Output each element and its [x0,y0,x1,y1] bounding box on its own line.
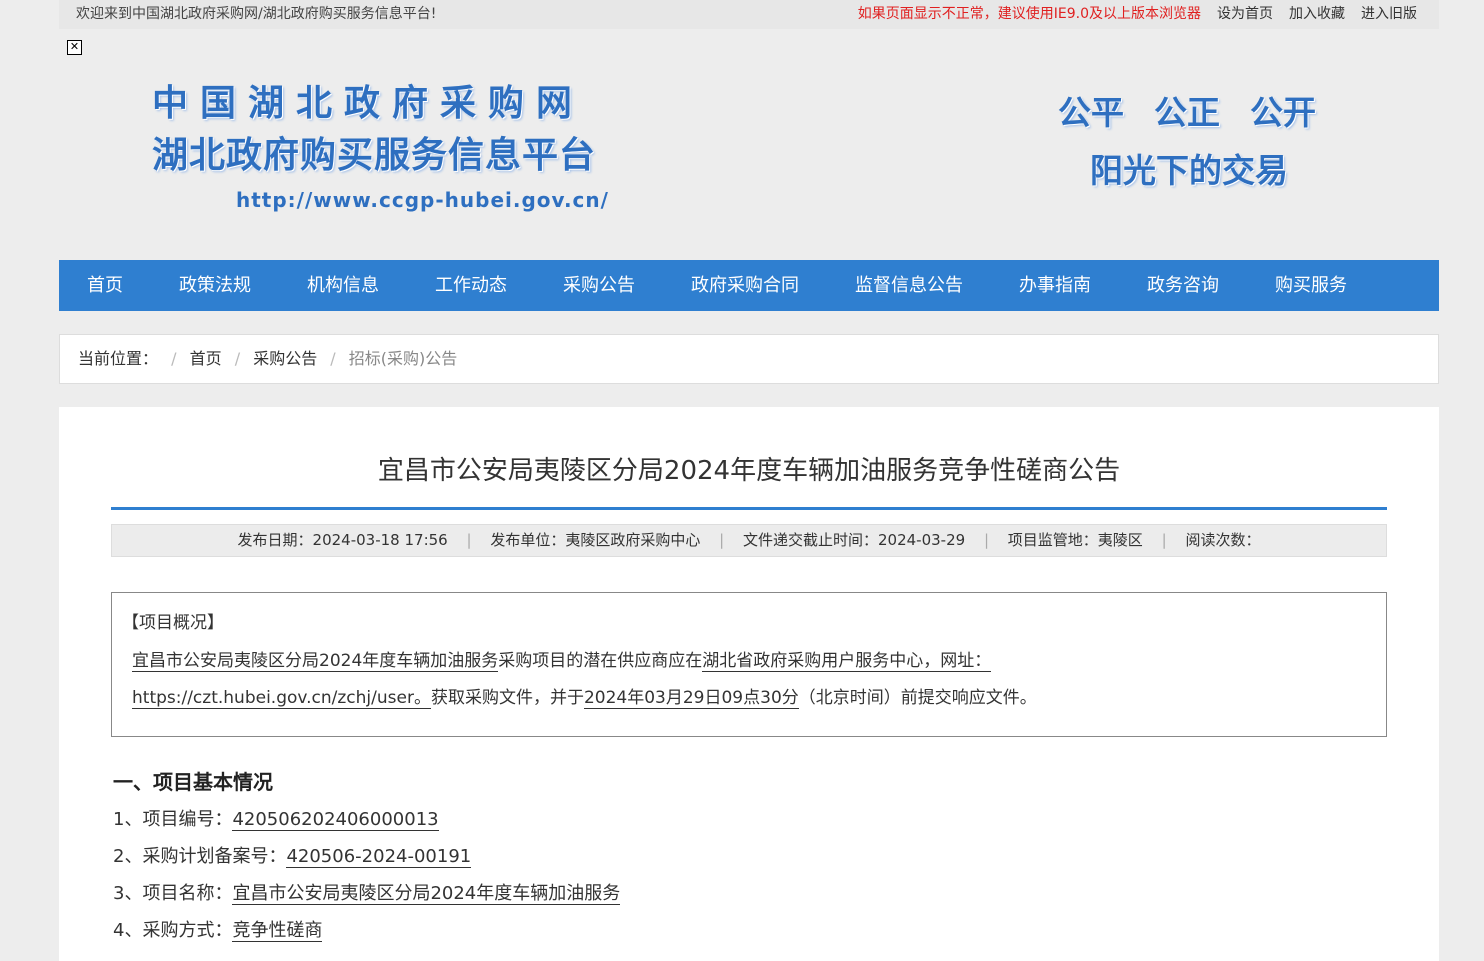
publisher: 发布单位：夷陵区政府采购中心 [490,531,701,549]
info-item-procurement-method: 4、采购方式：竞争性磋商 [113,917,323,945]
article-meta: 发布日期：2024-03-18 17:56 | 发布单位：夷陵区政府采购中心 |… [111,524,1387,557]
item-label: 1、项目编号： [113,809,233,830]
slogan-open: 公开 [1250,93,1316,132]
submission-deadline: 文件递交截止时间：2024-03-29 [742,531,966,549]
item-value: 宜昌市公安局夷陵区分局2024年度车辆加油服务 [232,883,621,905]
welcome-text: 欢迎来到中国湖北政府采购网/湖北政府购买服务信息平台! [76,6,437,22]
nav-item-supervision[interactable]: 监督信息公告 [855,260,963,311]
item-label: 2、采购计划备案号： [113,846,287,867]
breadcrumb-label: 当前位置： [78,349,159,368]
breadcrumb-current: 招标(采购)公告 [348,349,458,368]
slogan-line2: 阳光下的交易 [1090,151,1288,190]
title-divider [111,507,1387,510]
item-label: 3、项目名称： [113,883,233,904]
publish-date: 发布日期：2024-03-18 17:56 [237,531,448,549]
breadcrumb-section[interactable]: 采购公告 [253,349,317,368]
meta-separator: | [983,531,990,549]
article-panel: 宜昌市公安局夷陵区分局2024年度车辆加油服务竞争性磋商公告 发布日期：2024… [59,407,1439,961]
section-heading: 一、项目基本情况 [113,770,273,794]
supervision-location: 项目监管地：夷陵区 [1007,531,1143,549]
breadcrumb-separator: / [171,349,177,368]
info-item-project-name: 3、项目名称：宜昌市公安局夷陵区分局2024年度车辆加油服务 [113,880,621,908]
site-logo: 中国湖北政府采购网 湖北政府购买服务信息平台 http://www.ccgp-h… [152,80,609,214]
meta-separator: | [1161,531,1167,549]
nav-item-procurement-notices[interactable]: 采购公告 [563,260,635,311]
breadcrumb-home[interactable]: 首页 [190,349,222,368]
logo-url: http://www.ccgp-hubei.gov.cn/ [236,188,609,212]
nav-item-services[interactable]: 购买服务 [1275,260,1347,311]
nav-item-policy[interactable]: 政策法规 [179,260,251,311]
nav-item-agencies[interactable]: 机构信息 [307,260,379,311]
overview-line2: https://czt.hubei.gov.cn/zchj/user。获取采购文… [132,684,1037,712]
overview-url[interactable]: https://czt.hubei.gov.cn/zchj/user。 [132,688,431,709]
slogan: 公平 公正 公开 阳光下的交易 [1058,90,1316,194]
overview-text: 获取采购文件，并于 [430,688,584,708]
slogan-just: 公正 [1154,93,1220,132]
item-value: 竞争性磋商 [232,920,323,942]
nav-item-home[interactable]: 首页 [87,260,123,311]
overview-heading: 【项目概况】 [122,613,224,633]
breadcrumb-separator: / [330,349,336,368]
project-overview: 【项目概况】 宜昌市公安局夷陵区分局2024年度车辆加油服务采购项目的潜在供应商… [111,592,1387,737]
overview-service-center: 湖北省政府采购用户服务中心，网址： [702,651,992,672]
close-icon[interactable]: ✕ [67,40,82,55]
breadcrumb-separator: / [234,349,241,368]
main-nav: 首页 政策法规 机构信息 工作动态 采购公告 政府采购合同 监督信息公告 办事指… [59,260,1439,311]
slogan-line1: 公平 公正 公开 [1058,90,1316,136]
info-item-project-number: 1、项目编号：420506202406000013 [113,806,439,834]
browser-warning: 如果页面显示不正常，建议使用IE9.0及以上版本浏览器 [857,6,1201,22]
meta-separator: | [719,531,725,549]
nav-item-contracts[interactable]: 政府采购合同 [691,260,799,311]
set-home-link[interactable]: 设为首页 [1217,0,1273,28]
overview-project-name: 宜昌市公安局夷陵区分局2024年度车辆加油服务 [132,651,499,672]
item-value: 420506202406000013 [232,809,439,831]
overview-text: 采购项目的潜在供应商应在 [498,651,703,671]
top-bar: 欢迎来到中国湖北政府采购网/湖北政府购买服务信息平台! 如果页面显示不正常，建议… [59,0,1439,29]
logo-title-line1: 中国湖北政府采购网 [152,83,585,124]
info-item-plan-number: 2、采购计划备案号：420506-2024-00191 [113,843,472,871]
top-links: 如果页面显示不正常，建议使用IE9.0及以上版本浏览器 设为首页 加入收藏 进入… [858,0,1417,28]
overview-text: （北京时间）前提交响应文件。 [798,688,1037,708]
overview-deadline: 2024年03月29日09点30分 [583,688,799,709]
add-favorite-link[interactable]: 加入收藏 [1289,0,1345,28]
nav-item-consult[interactable]: 政务咨询 [1147,260,1219,311]
old-version-link[interactable]: 进入旧版 [1361,0,1417,28]
overview-line1: 宜昌市公安局夷陵区分局2024年度车辆加油服务采购项目的潜在供应商应在湖北省政府… [132,647,992,675]
article-title: 宜昌市公安局夷陵区分局2024年度车辆加油服务竞争性磋商公告 [377,456,1121,486]
nav-item-news[interactable]: 工作动态 [435,260,507,311]
item-value: 420506-2024-00191 [286,846,472,868]
nav-item-guide[interactable]: 办事指南 [1019,260,1091,311]
breadcrumb: 当前位置： / 首页 / 采购公告 / 招标(采购)公告 [59,334,1439,384]
logo-title-line2: 湖北政府购买服务信息平台 [152,135,597,176]
meta-separator: | [466,531,472,549]
read-count: 阅读次数： [1185,531,1261,549]
item-label: 4、采购方式： [113,920,233,941]
slogan-fair: 公平 [1058,93,1124,132]
